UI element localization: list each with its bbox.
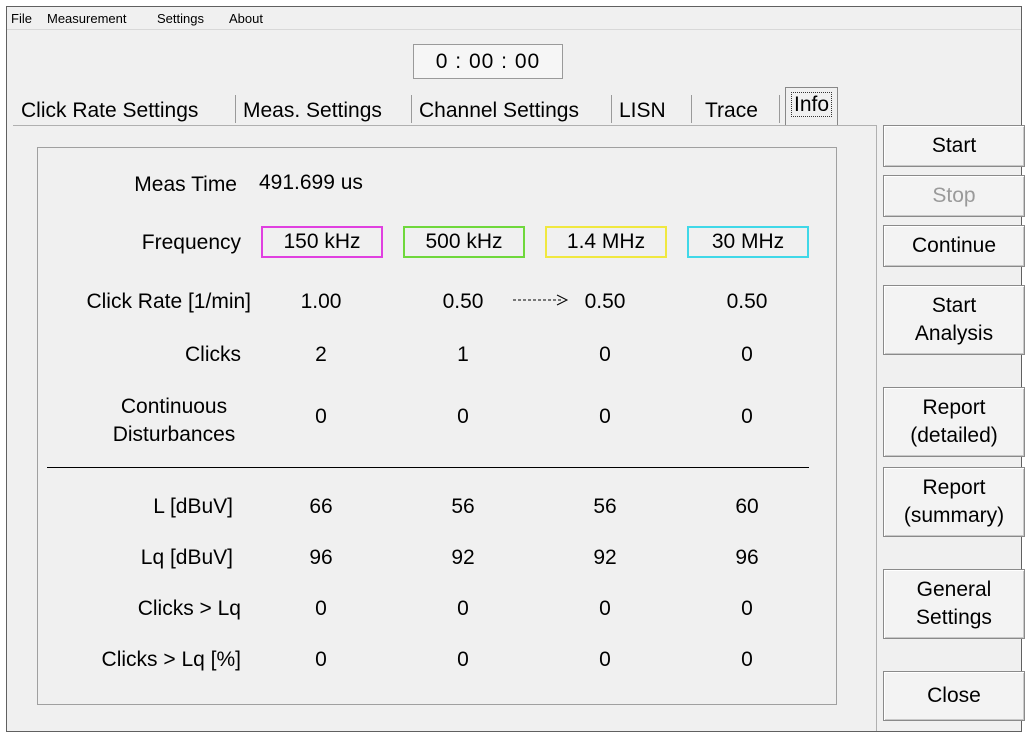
continuous-value: 0 bbox=[457, 405, 469, 428]
lq-dbuv-value: 92 bbox=[593, 546, 617, 569]
l-dbuv-label: L [dBuV] bbox=[153, 495, 233, 518]
l-dbuv-value: 66 bbox=[309, 495, 333, 518]
tab-separator bbox=[611, 95, 612, 123]
tab-trace[interactable]: Trace bbox=[705, 95, 758, 127]
meas-time-value: 491.699 us bbox=[259, 171, 363, 194]
continuous-label-line1: Continuous bbox=[120, 395, 228, 418]
clicks-value: 1 bbox=[457, 343, 469, 366]
start-analysis-line1: Start bbox=[931, 294, 977, 317]
continuous-label-line2: Disturbances bbox=[112, 423, 236, 446]
lq-dbuv-value: 92 bbox=[451, 546, 475, 569]
continuous-disturbances-label: Continuous Disturbances bbox=[107, 393, 241, 449]
tab-meas-settings[interactable]: Meas. Settings bbox=[243, 95, 382, 127]
frequency-box-2: 500 kHz bbox=[403, 226, 525, 258]
tab-separator bbox=[411, 95, 412, 123]
continuous-value: 0 bbox=[599, 405, 611, 428]
lq-dbuv-value: 96 bbox=[735, 546, 759, 569]
report-summary-button[interactable]: Report (summary) bbox=[883, 467, 1025, 537]
click-rate-value: 1.00 bbox=[300, 290, 342, 313]
start-analysis-line2: Analysis bbox=[914, 322, 994, 345]
frequency-box-4: 30 MHz bbox=[687, 226, 809, 258]
clicks-gt-lq-label: Clicks > Lq bbox=[137, 597, 241, 620]
l-dbuv-value: 56 bbox=[451, 495, 475, 518]
clicks-gt-lq-pct-value: 0 bbox=[315, 648, 327, 671]
click-rate-value: 0.50 bbox=[584, 290, 626, 313]
tab-channel-settings[interactable]: Channel Settings bbox=[419, 95, 579, 127]
click-rate-value: 0.50 bbox=[726, 290, 768, 313]
l-dbuv-value: 56 bbox=[593, 495, 617, 518]
clicks-gt-lq-value: 0 bbox=[457, 597, 469, 620]
clicks-gt-lq-pct-label: Clicks > Lq [%] bbox=[101, 648, 241, 671]
tab-separator bbox=[779, 95, 780, 123]
clicks-value: 0 bbox=[741, 343, 753, 366]
frequency-label: Frequency bbox=[141, 231, 241, 254]
report-detailed-button[interactable]: Report (detailed) bbox=[883, 387, 1025, 457]
report-detailed-line1: Report bbox=[922, 396, 986, 419]
frequency-box-3: 1.4 MHz bbox=[545, 226, 667, 258]
lq-dbuv-value: 96 bbox=[309, 546, 333, 569]
meas-time-label: Meas Time bbox=[134, 173, 237, 196]
clicks-gt-lq-pct-value: 0 bbox=[599, 648, 611, 671]
lq-dbuv-label: Lq [dBuV] bbox=[140, 546, 233, 569]
general-settings-button[interactable]: General Settings bbox=[883, 569, 1025, 639]
frequency-box-1: 150 kHz bbox=[261, 226, 383, 258]
l-dbuv-value: 60 bbox=[735, 495, 759, 518]
general-settings-line2: Settings bbox=[916, 606, 992, 629]
report-summary-line1: Report bbox=[922, 476, 986, 499]
clicks-gt-lq-value: 0 bbox=[315, 597, 327, 620]
start-button[interactable]: Start bbox=[883, 125, 1025, 167]
clicks-gt-lq-pct-value: 0 bbox=[741, 648, 753, 671]
clicks-gt-lq-value: 0 bbox=[741, 597, 753, 620]
continue-button[interactable]: Continue bbox=[883, 225, 1025, 267]
start-analysis-button[interactable]: Start Analysis bbox=[883, 285, 1025, 355]
app-window: File Measurement Settings About 0 : 00 :… bbox=[6, 6, 1025, 732]
clicks-value: 2 bbox=[315, 343, 327, 366]
report-detailed-line2: (detailed) bbox=[910, 424, 998, 447]
menu-settings[interactable]: Settings bbox=[157, 11, 204, 26]
clicks-gt-lq-pct-value: 0 bbox=[457, 648, 469, 671]
clicks-value: 0 bbox=[599, 343, 611, 366]
menu-measurement[interactable]: Measurement bbox=[47, 11, 126, 26]
continuous-value: 0 bbox=[741, 405, 753, 428]
tab-separator bbox=[691, 95, 692, 123]
menu-about[interactable]: About bbox=[229, 11, 263, 26]
click-rate-value: 0.50 bbox=[442, 290, 484, 313]
stop-button[interactable]: Stop bbox=[883, 175, 1025, 217]
continuous-value: 0 bbox=[315, 405, 327, 428]
close-button[interactable]: Close bbox=[883, 671, 1025, 721]
elapsed-timer: 0 : 00 : 00 bbox=[413, 44, 563, 79]
tab-info[interactable]: Info bbox=[785, 87, 839, 125]
menu-bar: File Measurement Settings About bbox=[7, 7, 1021, 30]
clicks-gt-lq-value: 0 bbox=[599, 597, 611, 620]
tab-lisn[interactable]: LISN bbox=[619, 95, 666, 127]
tab-separator bbox=[235, 95, 236, 123]
general-settings-line1: General bbox=[916, 578, 992, 601]
tab-info-label: Info bbox=[790, 92, 833, 117]
section-divider bbox=[47, 467, 809, 468]
tab-pane-right-border bbox=[876, 125, 877, 731]
report-summary-line2: (summary) bbox=[903, 504, 1005, 527]
click-rate-label: Click Rate [1/min] bbox=[86, 290, 251, 313]
tab-pane-top-border bbox=[13, 125, 877, 126]
clicks-label: Clicks bbox=[185, 343, 241, 366]
tab-click-rate-settings[interactable]: Click Rate Settings bbox=[21, 95, 198, 127]
menu-file[interactable]: File bbox=[11, 11, 32, 26]
